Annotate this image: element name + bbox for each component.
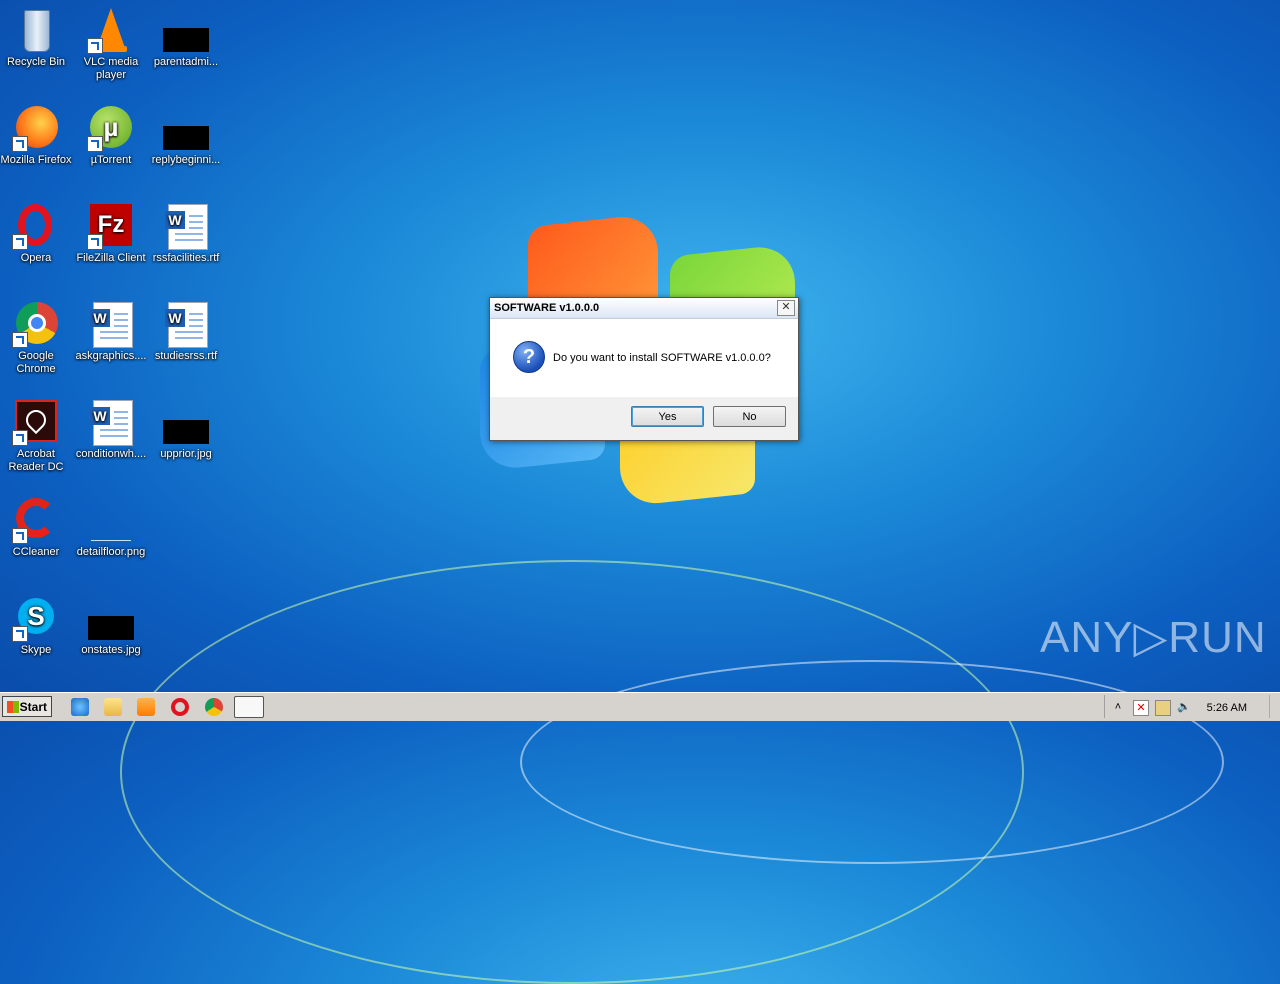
- wallpaper-swoosh-2: [520, 660, 1224, 864]
- start-label: Start: [19, 700, 47, 714]
- install-dialog: SOFTWARE v1.0.0.0 ✕ ? Do you want to ins…: [489, 297, 799, 441]
- desktop-icon-parentadmi[interactable]: parentadmi...: [148, 6, 224, 69]
- desktop-icon-vlc[interactable]: VLC media player: [73, 6, 149, 82]
- network-icon[interactable]: [1155, 700, 1171, 716]
- skype-icon: S: [12, 594, 60, 642]
- no-button[interactable]: No: [713, 406, 786, 427]
- dialog-titlebar[interactable]: SOFTWARE v1.0.0.0 ✕: [490, 298, 798, 319]
- desktop-icon-label: Acrobat Reader DC: [8, 448, 64, 473]
- volume-icon[interactable]: 🔈: [1177, 700, 1191, 714]
- word-doc-icon: W: [162, 202, 210, 250]
- desktop-icon-label: Mozilla Firefox: [0, 154, 72, 166]
- desktop-icon-label: detailfloor.png: [76, 546, 146, 558]
- desktop-icon-onstates[interactable]: onstates.jpg: [73, 594, 149, 657]
- black-thumbnail-icon: [162, 398, 210, 446]
- firefox-icon: [12, 104, 60, 152]
- desktop-icon-recycle-bin[interactable]: Recycle Bin: [0, 6, 74, 69]
- explorer-icon[interactable]: [104, 698, 122, 716]
- desktop-icon-label: Opera: [20, 252, 52, 264]
- desktop-icon-label: FileZilla Client: [76, 252, 146, 264]
- desktop-icon-label: studiesrss.rtf: [154, 350, 218, 362]
- acrobat-icon: [12, 398, 60, 446]
- black-thumbnail-icon: [87, 594, 135, 642]
- desktop-icon-label: rssfacilities.rtf: [152, 252, 220, 264]
- desktop-icon-acrobat[interactable]: Acrobat Reader DC: [0, 398, 74, 474]
- desktop-icon-rssfacilities[interactable]: W rssfacilities.rtf: [148, 202, 224, 265]
- start-button[interactable]: Start: [2, 696, 52, 717]
- action-center-icon[interactable]: ✕: [1133, 700, 1149, 716]
- word-doc-icon: W: [162, 300, 210, 348]
- desktop-icon-label: conditionwh....: [75, 448, 147, 460]
- desktop-icon-ccleaner[interactable]: CCleaner: [0, 496, 74, 559]
- taskbar: Start ˄ ✕ 🔈 5:26 AM: [0, 692, 1280, 721]
- blank-thumbnail-icon: [87, 496, 135, 544]
- desktop-icon-filezilla[interactable]: Fz FileZilla Client: [73, 202, 149, 265]
- desktop-icon-conditionwh[interactable]: W conditionwh....: [73, 398, 149, 461]
- dialog-message: Do you want to install SOFTWARE v1.0.0.0…: [553, 352, 771, 364]
- chrome-icon[interactable]: [205, 698, 223, 716]
- chrome-icon: [12, 300, 60, 348]
- desktop-icon-label: Recycle Bin: [6, 56, 66, 68]
- desktop-icon-label: VLC media player: [83, 56, 139, 81]
- desktop-icon-studiesrss[interactable]: W studiesrss.rtf: [148, 300, 224, 363]
- ccleaner-icon: [12, 496, 60, 544]
- system-tray: ˄ ✕ 🔈 5:26 AM: [1104, 695, 1280, 718]
- anyrun-watermark: ANY▷RUN: [1040, 613, 1267, 662]
- media-player-icon[interactable]: [137, 698, 155, 716]
- installer-icon[interactable]: [234, 696, 264, 718]
- filezilla-icon: Fz: [87, 202, 135, 250]
- show-desktop-button[interactable]: [1269, 695, 1280, 718]
- desktop-icon-skype[interactable]: S Skype: [0, 594, 74, 657]
- desktop-icon-label: onstates.jpg: [81, 644, 141, 656]
- desktop-icon-detailfloor[interactable]: detailfloor.png: [73, 496, 149, 559]
- desktop-icon-upprior[interactable]: upprior.jpg: [148, 398, 224, 461]
- desktop-icon-label: Skype: [20, 644, 52, 656]
- desktop-icon-label: upprior.jpg: [160, 448, 212, 460]
- desktop-icon-opera[interactable]: Opera: [0, 202, 74, 265]
- desktop-icon-label: parentadmi...: [153, 56, 219, 68]
- dialog-title: SOFTWARE v1.0.0.0: [494, 302, 600, 314]
- yes-button[interactable]: Yes: [631, 406, 704, 427]
- word-doc-icon: W: [87, 398, 135, 446]
- recycle-bin-icon: [12, 6, 60, 54]
- desktop-icon-label: µTorrent: [90, 154, 132, 166]
- dialog-body: ? Do you want to install SOFTWARE v1.0.0…: [490, 319, 798, 397]
- ie-icon[interactable]: [71, 698, 89, 716]
- opera-icon[interactable]: [171, 698, 189, 716]
- question-icon: ?: [513, 341, 545, 373]
- desktop-icon-label: replybeginni...: [151, 154, 221, 166]
- opera-icon: [12, 202, 60, 250]
- black-thumbnail-icon: [162, 6, 210, 54]
- desktop-icon-chrome[interactable]: Google Chrome: [0, 300, 74, 376]
- close-icon[interactable]: ✕: [777, 300, 795, 316]
- tray-expand-icon[interactable]: ˄: [1111, 700, 1125, 714]
- desktop-icon-replybeginni[interactable]: replybeginni...: [148, 104, 224, 167]
- utorrent-icon: µ: [87, 104, 135, 152]
- desktop-icon-label: askgraphics....: [75, 350, 147, 362]
- word-doc-icon: W: [87, 300, 135, 348]
- desktop-icon-label: CCleaner: [12, 546, 60, 558]
- desktop-icon-firefox[interactable]: Mozilla Firefox: [0, 104, 74, 167]
- desktop-icon-label: Google Chrome: [16, 350, 56, 375]
- desktop-icon-askgraphics[interactable]: W askgraphics....: [73, 300, 149, 363]
- windows-flag-icon: [7, 701, 19, 713]
- desktop-icon-utorrent[interactable]: µ µTorrent: [73, 104, 149, 167]
- black-thumbnail-icon: [162, 104, 210, 152]
- vlc-icon: [87, 6, 135, 54]
- clock[interactable]: 5:26 AM: [1207, 702, 1247, 714]
